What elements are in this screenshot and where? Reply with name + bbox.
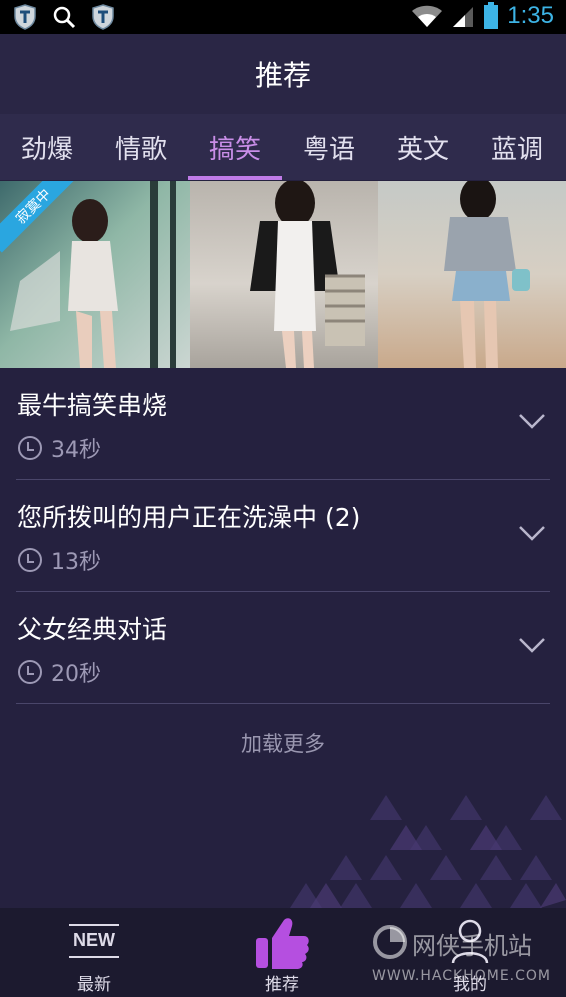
banner-photo: [190, 181, 378, 368]
banner[interactable]: 寂寞中: [0, 181, 566, 368]
shield-icon: [14, 4, 36, 30]
chevron-down-icon[interactable]: [518, 636, 546, 654]
track-title: 您所拨叫的用户正在洗澡中 (2): [17, 503, 361, 532]
track-duration: 34秒: [17, 432, 101, 464]
tab-gaoxiao[interactable]: 搞笑: [188, 114, 282, 180]
search-icon: [53, 6, 76, 29]
clock-icon: [18, 436, 42, 460]
load-more-button[interactable]: 加载更多: [0, 728, 566, 764]
banner-photo: [378, 181, 566, 368]
chevron-down-icon[interactable]: [518, 412, 546, 430]
page-title: 推荐: [254, 59, 311, 92]
wifi-icon: [412, 5, 443, 27]
woman-figure-icon: [250, 181, 365, 368]
duration-label: 34秒: [51, 438, 101, 463]
shield-icon: [92, 4, 114, 30]
watermark-text: 网侠手机站: [412, 932, 532, 960]
tab-qingge[interactable]: 情歌: [94, 114, 188, 180]
tab-jinbao[interactable]: 劲爆: [0, 114, 94, 180]
category-tabs: 劲爆 情歌 搞笑 粤语 英文 蓝调: [0, 114, 566, 180]
new-icon-text: NEW: [73, 930, 115, 950]
nav-label: 最新: [77, 975, 111, 995]
watermark-url: WWW.HACKHOME.COM: [372, 968, 551, 984]
track-title: 父女经典对话: [17, 615, 168, 644]
track-duration: 20秒: [17, 656, 101, 688]
duration-label: 13秒: [51, 550, 101, 575]
clock-icon: [18, 548, 42, 572]
tab-yueyu[interactable]: 粤语: [282, 114, 376, 180]
thumbs-up-icon: [256, 918, 309, 969]
duration-label: 20秒: [51, 662, 101, 687]
track-title: 最牛搞笑串烧: [17, 391, 168, 420]
list-item[interactable]: 最牛搞笑串烧 34秒: [0, 368, 566, 480]
tab-indicator: [188, 176, 282, 180]
signal-icon: [453, 7, 474, 27]
list-item[interactable]: 父女经典对话 20秒: [0, 592, 566, 704]
status-bar: 1:35: [0, 0, 566, 34]
tab-yingwen[interactable]: 英文: [376, 114, 470, 180]
watermark-logo-icon: [373, 925, 407, 959]
new-icon: NEW: [69, 924, 119, 960]
nav-latest[interactable]: NEW 最新: [0, 908, 188, 997]
tab-landiao[interactable]: 蓝调: [470, 114, 564, 180]
woman-figure-icon: [444, 181, 530, 368]
battery-icon: [484, 2, 499, 29]
chevron-down-icon[interactable]: [518, 524, 546, 542]
divider: [16, 703, 550, 704]
clock: 1:35: [507, 2, 554, 29]
nav-recommend[interactable]: 推荐: [188, 908, 376, 997]
clock-icon: [18, 660, 42, 684]
track-duration: 13秒: [17, 544, 101, 576]
triangle-pattern-icon: [290, 795, 566, 908]
nav-label: 推荐: [265, 975, 299, 995]
list-item[interactable]: 您所拨叫的用户正在洗澡中 (2) 13秒: [0, 480, 566, 592]
app-header: 推荐: [0, 34, 566, 114]
